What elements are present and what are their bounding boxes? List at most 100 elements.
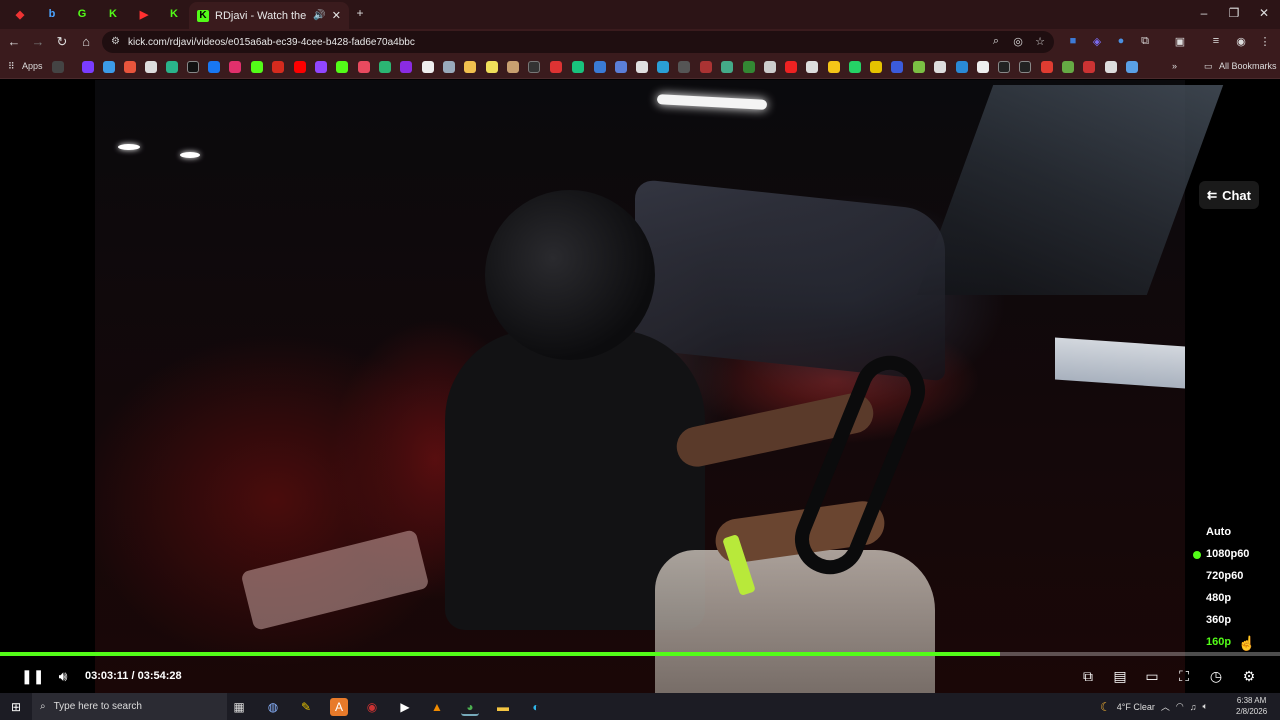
bookmark-icon[interactable] bbox=[166, 61, 178, 73]
reload-icon[interactable]: ↻ bbox=[53, 34, 71, 50]
more-bookmarks-icon[interactable]: » bbox=[1172, 61, 1177, 71]
bookmark-icon[interactable] bbox=[1105, 61, 1117, 73]
eye-off-icon[interactable]: ◎ bbox=[1010, 35, 1026, 48]
bookmark-icon[interactable] bbox=[464, 61, 476, 73]
quality-option-360p[interactable]: 360p bbox=[1206, 614, 1231, 626]
home-icon[interactable]: ⌂ bbox=[77, 34, 95, 49]
media-controls-icon[interactable]: ≡ bbox=[1208, 35, 1224, 47]
fullscreen-icon[interactable]: ⛶ bbox=[1174, 668, 1194, 685]
edge-icon[interactable]: ◐ bbox=[527, 698, 545, 716]
zoom-icon[interactable]: ⌕ bbox=[988, 35, 1004, 48]
microphone-icon[interactable]: ♫ bbox=[1190, 702, 1197, 712]
active-tab[interactable]: K RDjavi - Watch the VOD on 🔊 ✕ bbox=[189, 2, 349, 29]
bookmark-icon[interactable] bbox=[870, 61, 882, 73]
bookmark-icon[interactable] bbox=[507, 61, 519, 73]
bookmark-icon[interactable] bbox=[891, 61, 903, 73]
taskbar-search[interactable]: ⌕ Type here to search bbox=[32, 693, 227, 720]
task-view-icon[interactable]: ▦ bbox=[230, 698, 248, 716]
bookmark-icon[interactable] bbox=[358, 61, 370, 73]
site-info-icon[interactable]: ⚙ bbox=[111, 36, 120, 47]
bookmark-icon[interactable] bbox=[743, 61, 755, 73]
bookmark-icon[interactable] bbox=[806, 61, 818, 73]
show-hidden-icons-icon[interactable]: ︿ bbox=[1161, 700, 1170, 713]
bookmark-icon[interactable] bbox=[486, 61, 498, 73]
bookmark-icon[interactable] bbox=[572, 61, 584, 73]
file-explorer-icon[interactable]: ▬ bbox=[494, 698, 512, 716]
bookmark-icon[interactable] bbox=[636, 61, 648, 73]
bookmark-icon[interactable] bbox=[1126, 61, 1138, 73]
instagram-icon[interactable] bbox=[229, 61, 241, 73]
settings-gear-icon[interactable]: ⚙ bbox=[1239, 668, 1259, 685]
network-icon[interactable]: ◠ bbox=[1176, 701, 1184, 712]
tab-favicon-icon[interactable]: K bbox=[162, 5, 186, 23]
bookmark-icon[interactable] bbox=[52, 61, 64, 73]
volume-tray-icon[interactable]: 🔈︎ bbox=[1203, 701, 1208, 712]
chrome-icon[interactable]: ◕ bbox=[461, 698, 479, 716]
bookmark-icon[interactable] bbox=[615, 61, 627, 73]
bookmark-icon[interactable] bbox=[82, 61, 94, 73]
quality-option-auto[interactable]: Auto bbox=[1206, 526, 1231, 538]
picture-in-picture-icon[interactable]: ⧉ bbox=[1078, 668, 1098, 685]
playback-speed-icon[interactable]: ◷ bbox=[1206, 668, 1226, 685]
bookmark-icon[interactable] bbox=[785, 61, 797, 73]
tab-favicon-icon[interactable]: K bbox=[101, 5, 125, 23]
more-menu-icon[interactable]: ⋮ bbox=[1257, 35, 1273, 48]
bookmark-icon[interactable] bbox=[721, 61, 733, 73]
pause-icon[interactable]: ❚❚ bbox=[21, 668, 44, 685]
bookmark-icon[interactable] bbox=[913, 61, 925, 73]
facebook-icon[interactable] bbox=[208, 61, 220, 73]
extension-icon[interactable]: ◈ bbox=[1089, 35, 1105, 48]
taskbar-app-icon[interactable]: ◍ bbox=[264, 698, 282, 716]
download-icon[interactable] bbox=[934, 61, 946, 73]
bookmark-icon[interactable] bbox=[251, 61, 263, 73]
bookmark-apps[interactable]: Apps bbox=[22, 61, 43, 71]
video-player[interactable]: ⇇ Chat Auto 1080p60 720p60 480p 360p 160… bbox=[0, 80, 1280, 693]
taskbar-app-icon[interactable]: ◉ bbox=[363, 698, 381, 716]
extension-icon[interactable]: ● bbox=[1113, 35, 1129, 47]
kick-icon[interactable] bbox=[336, 61, 348, 73]
vlc-icon[interactable]: ▲ bbox=[428, 698, 446, 716]
tab-favicon-icon[interactable]: G bbox=[70, 5, 94, 23]
bookmark-icon[interactable] bbox=[272, 61, 284, 73]
address-bar[interactable]: ⚙ kick.com/rdjavi/videos/e015a6ab-ec39-4… bbox=[102, 31, 1054, 53]
bookmark-icon[interactable] bbox=[1041, 61, 1053, 73]
bookmark-icon[interactable] bbox=[103, 61, 115, 73]
x-icon[interactable] bbox=[187, 61, 199, 73]
bookmark-icon[interactable] bbox=[443, 61, 455, 73]
quality-option-480p[interactable]: 480p bbox=[1206, 592, 1231, 604]
restore-icon[interactable]: ❐ bbox=[1224, 6, 1244, 20]
quality-option-160p[interactable]: 160p bbox=[1206, 636, 1231, 648]
bookmark-icon[interactable] bbox=[764, 61, 776, 73]
bookmark-icon[interactable] bbox=[657, 61, 669, 73]
bookmark-icon[interactable] bbox=[700, 61, 712, 73]
bookmark-icon[interactable] bbox=[956, 61, 968, 73]
taskbar-app-icon[interactable]: ✎ bbox=[297, 698, 315, 716]
twitch-icon[interactable] bbox=[315, 61, 327, 73]
youtube-icon[interactable] bbox=[294, 61, 306, 73]
theater-mode-icon[interactable]: ▭ bbox=[1142, 668, 1162, 685]
bookmark-icon[interactable] bbox=[828, 61, 840, 73]
tab-favicon-icon[interactable]: ◆ bbox=[8, 5, 32, 23]
seek-bar[interactable] bbox=[0, 652, 1280, 656]
bookmark-icon[interactable] bbox=[379, 61, 391, 73]
volume-icon[interactable]: 🔊︎ bbox=[53, 668, 73, 685]
minimize-icon[interactable]: – bbox=[1194, 6, 1214, 20]
quality-option-720p60[interactable]: 720p60 bbox=[1206, 570, 1243, 582]
back-icon[interactable]: ← bbox=[5, 34, 23, 49]
bookmark-icon[interactable] bbox=[849, 61, 861, 73]
bookmark-icon[interactable] bbox=[594, 61, 606, 73]
speaker-icon[interactable]: 🔊 bbox=[313, 10, 325, 21]
windows-start-icon[interactable]: ⊞ bbox=[7, 698, 25, 716]
bookmark-icon[interactable] bbox=[145, 61, 157, 73]
bookmark-icon[interactable] bbox=[1083, 61, 1095, 73]
bookmark-icon[interactable] bbox=[1062, 61, 1074, 73]
bookmark-icon[interactable] bbox=[528, 61, 540, 73]
extension-icon[interactable]: ■ bbox=[1065, 35, 1081, 47]
apps-grid-icon[interactable]: ⠿ bbox=[8, 61, 15, 72]
taskbar-app-icon[interactable]: ▶ bbox=[396, 698, 414, 716]
tab-favicon-icon[interactable]: ▶ bbox=[132, 5, 156, 23]
bookmark-icon[interactable] bbox=[550, 61, 562, 73]
bookmark-star-icon[interactable]: ☆ bbox=[1032, 35, 1048, 48]
bookmark-icon[interactable] bbox=[1019, 61, 1031, 73]
forward-icon[interactable]: → bbox=[29, 34, 47, 49]
